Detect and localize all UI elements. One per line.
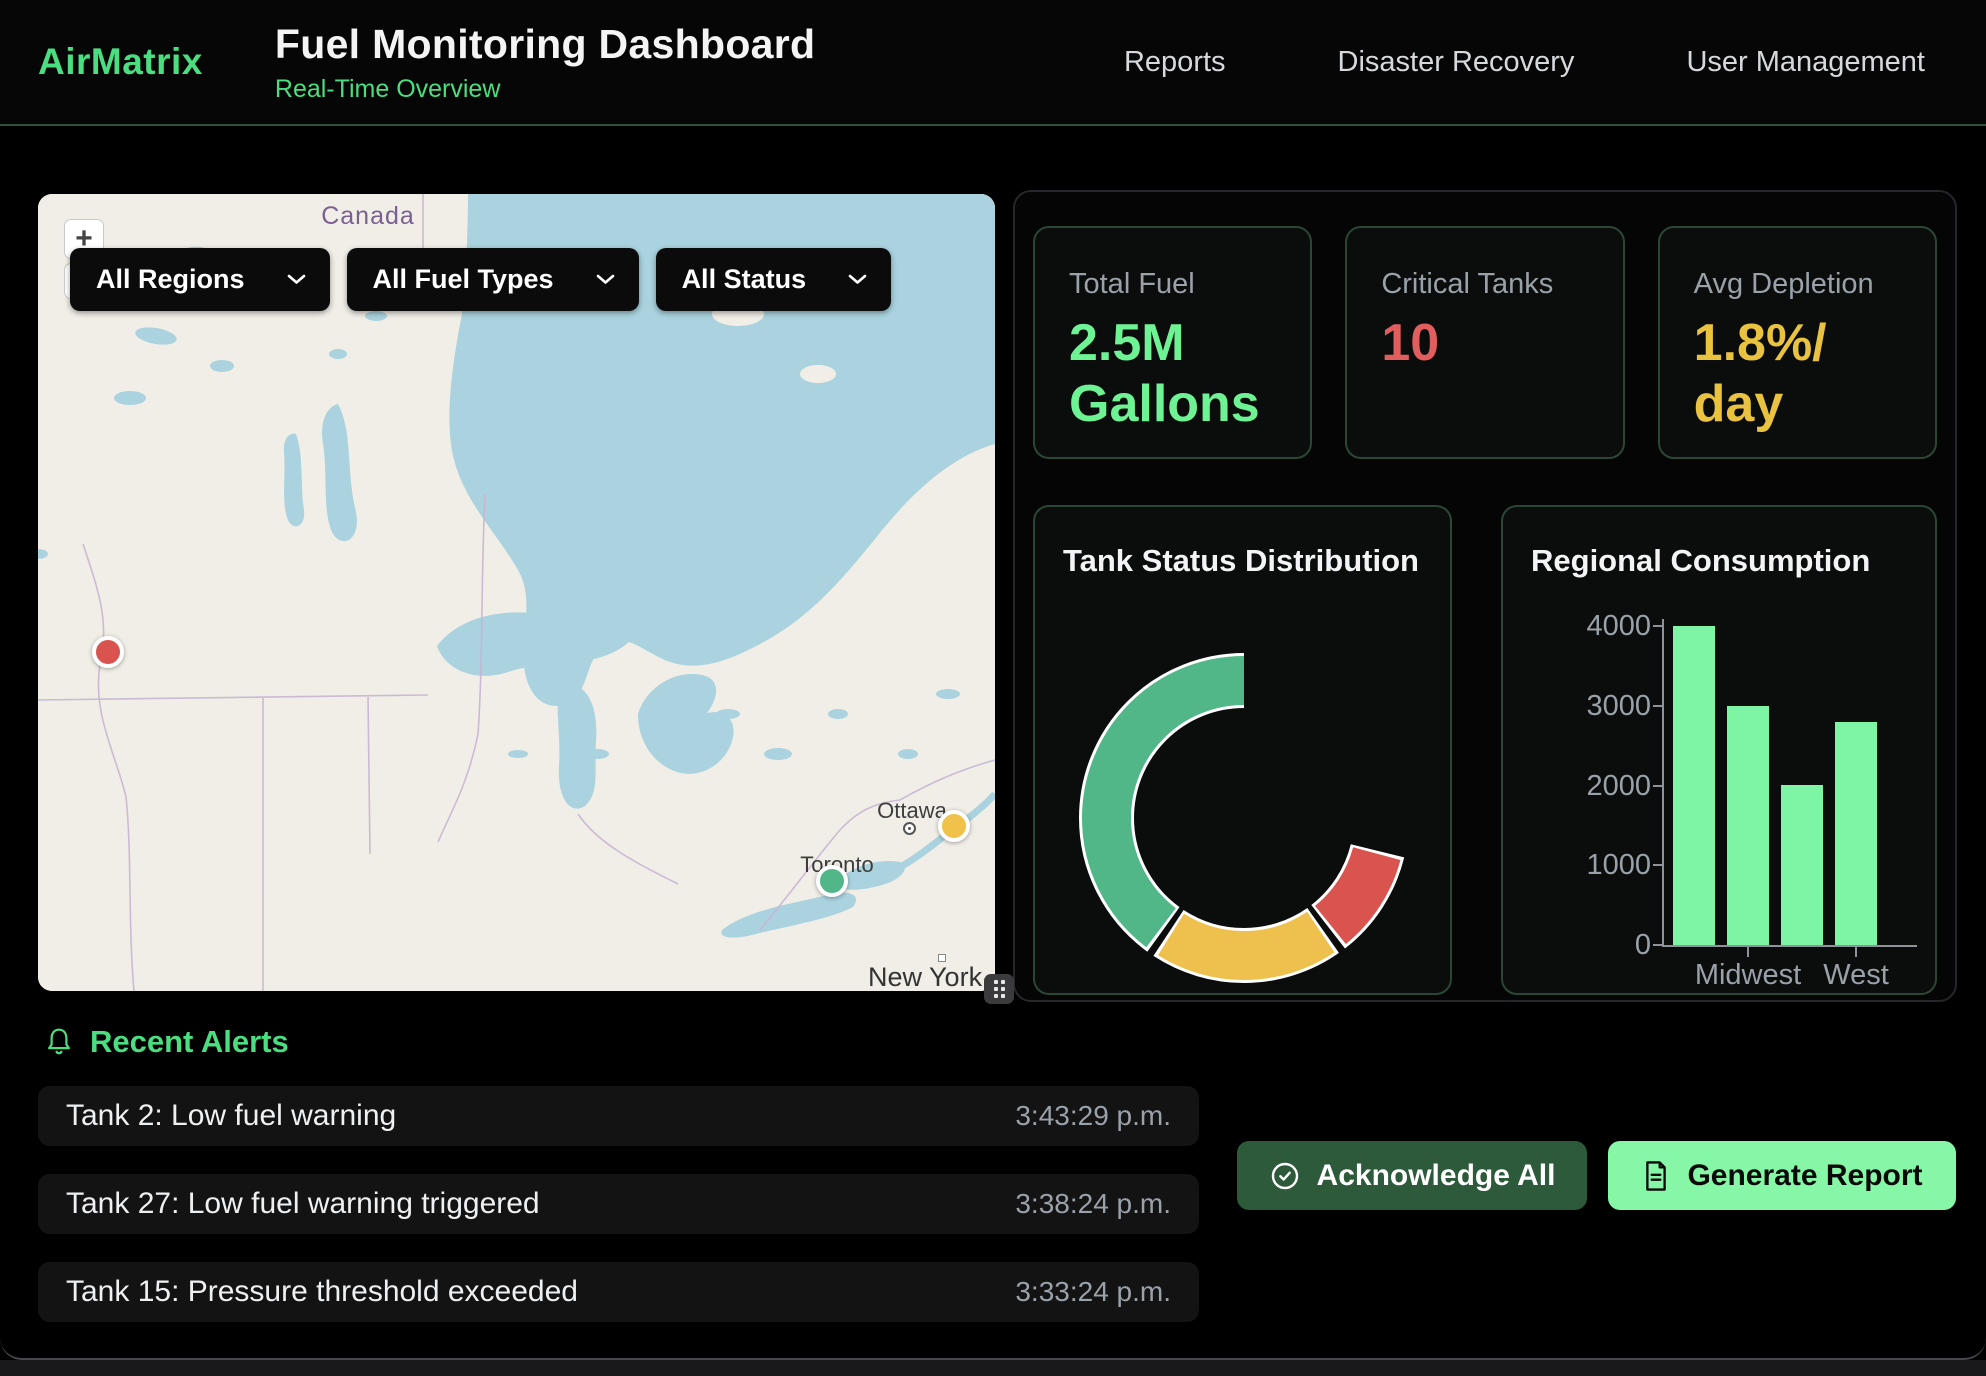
stats-row: Total Fuel 2.5MGallons Critical Tanks 10 Avg…	[1033, 226, 1937, 459]
filter-all-regions[interactable]: All Regions	[70, 248, 330, 311]
app-logo: AirMatrix	[38, 41, 203, 83]
consumption-bar	[1727, 706, 1769, 945]
stat-label: Critical Tanks	[1381, 268, 1612, 301]
main-nav: Reports Disaster Recovery User Management	[1124, 46, 1986, 79]
tank-status-card: Tank Status Distribution	[1033, 505, 1452, 995]
donut-chart-title: Tank Status Distribution	[1035, 507, 1450, 579]
nav-item-user-management[interactable]: User Management	[1686, 46, 1925, 79]
tank-marker-normal[interactable]	[816, 865, 848, 897]
x-tick-label: West	[1776, 959, 1936, 992]
chevron-down-icon	[596, 274, 615, 285]
map-filters: All Regions All Fuel Types All Status	[70, 248, 891, 311]
map-drag-handle-icon[interactable]	[984, 974, 1014, 1004]
y-tick-mark	[1653, 944, 1662, 946]
stat-value: day	[1694, 374, 1925, 435]
filter-all-status[interactable]: All Status	[656, 248, 892, 311]
stat-card-critical-tanks: Critical Tanks 10	[1345, 226, 1624, 459]
x-tick-mark	[1855, 947, 1857, 957]
generate-report-label: Generate Report	[1687, 1159, 1922, 1193]
tank-marker-warning[interactable]	[938, 810, 970, 842]
alert-timestamp: 3:38:24 p.m.	[1015, 1188, 1171, 1220]
acknowledge-all-label: Acknowledge All	[1317, 1159, 1556, 1193]
nav-item-reports[interactable]: Reports	[1124, 46, 1226, 79]
consumption-bar	[1781, 785, 1823, 945]
header: AirMatrix Fuel Monitoring Dashboard Real…	[0, 0, 1986, 126]
acknowledge-all-button[interactable]: Acknowledge All	[1237, 1141, 1587, 1210]
alert-text: Tank 27: Low fuel warning triggered	[66, 1187, 540, 1221]
stat-label: Avg Depletion	[1694, 268, 1925, 301]
y-tick-mark	[1653, 785, 1662, 787]
alert-row[interactable]: Tank 27: Low fuel warning triggered 3:38:…	[38, 1174, 1199, 1234]
bar-chart-x-axis	[1662, 945, 1917, 947]
alert-timestamp: 3:43:29 p.m.	[1015, 1100, 1171, 1132]
filter-label: All Regions	[96, 264, 245, 295]
new-york-city-dot-icon	[938, 954, 946, 962]
stat-value: 10	[1381, 313, 1612, 374]
y-tick-label: 2000	[1511, 770, 1651, 803]
footer-strip	[0, 1360, 1986, 1376]
tank-marker-critical[interactable]	[92, 636, 124, 668]
nav-item-disaster-recovery[interactable]: Disaster Recovery	[1338, 46, 1575, 79]
y-tick-label: 3000	[1511, 690, 1651, 723]
stat-card-avg-depletion: Avg Depletion 1.8%/day	[1658, 226, 1937, 459]
ottawa-city-dot-icon	[903, 822, 916, 835]
fuel-map[interactable]: Canada Ottawa Toronto New York + − All R…	[38, 194, 995, 991]
consumption-bar	[1673, 626, 1715, 945]
document-icon	[1641, 1160, 1671, 1192]
alerts-heading-label: Recent Alerts	[90, 1024, 289, 1060]
y-tick-label: 4000	[1511, 610, 1651, 643]
consumption-bar	[1835, 722, 1877, 945]
bar-chart-y-axis	[1662, 619, 1664, 947]
bar-chart-title: Regional Consumption	[1503, 507, 1935, 579]
regional-consumption-card: Regional Consumption 40003000200010000Mi…	[1501, 505, 1937, 995]
alert-text: Tank 2: Low fuel warning	[66, 1099, 396, 1133]
x-tick-mark	[1747, 947, 1749, 957]
alert-row[interactable]: Tank 2: Low fuel warning 3:43:29 p.m.	[38, 1086, 1199, 1146]
y-tick-label: 0	[1511, 929, 1651, 962]
stat-value: 2.5M	[1069, 313, 1300, 374]
filter-all-fuel-types[interactable]: All Fuel Types	[347, 248, 639, 311]
map-label-canada: Canada	[288, 202, 448, 231]
stat-card-total-fuel: Total Fuel 2.5MGallons	[1033, 226, 1312, 459]
page-subtitle: Real-Time Overview	[275, 75, 815, 104]
metrics-panel: Total Fuel 2.5MGallons Critical Tanks 10 Avg…	[1013, 190, 1957, 1002]
map-label-new-york: New York	[868, 962, 995, 991]
check-circle-icon	[1269, 1160, 1301, 1192]
charts-row: Tank Status Distribution Regional Consum…	[1033, 505, 1937, 995]
stat-value: 1.8%/	[1694, 313, 1925, 374]
chevron-down-icon	[287, 274, 306, 285]
alert-timestamp: 3:33:24 p.m.	[1015, 1276, 1171, 1308]
y-tick-mark	[1653, 705, 1662, 707]
filter-label: All Status	[682, 264, 807, 295]
tank-status-donut-chart	[1074, 648, 1414, 988]
filter-label: All Fuel Types	[373, 264, 554, 295]
stat-label: Total Fuel	[1069, 268, 1300, 301]
generate-report-button[interactable]: Generate Report	[1608, 1141, 1956, 1210]
alert-text: Tank 15: Pressure threshold exceeded	[66, 1275, 578, 1309]
page-title: Fuel Monitoring Dashboard	[275, 21, 815, 68]
bell-icon	[44, 1026, 74, 1058]
chevron-down-icon	[848, 274, 867, 285]
dashboard-root: AirMatrix Fuel Monitoring Dashboard Real…	[0, 0, 1986, 1376]
alert-row[interactable]: Tank 15: Pressure threshold exceeded 3:33…	[38, 1262, 1199, 1322]
title-block: Fuel Monitoring Dashboard Real-Time Over…	[275, 21, 815, 104]
y-tick-mark	[1653, 864, 1662, 866]
y-tick-mark	[1653, 625, 1662, 627]
y-tick-label: 1000	[1511, 849, 1651, 882]
stat-value: Gallons	[1069, 374, 1300, 435]
alerts-heading: Recent Alerts	[44, 1024, 289, 1060]
